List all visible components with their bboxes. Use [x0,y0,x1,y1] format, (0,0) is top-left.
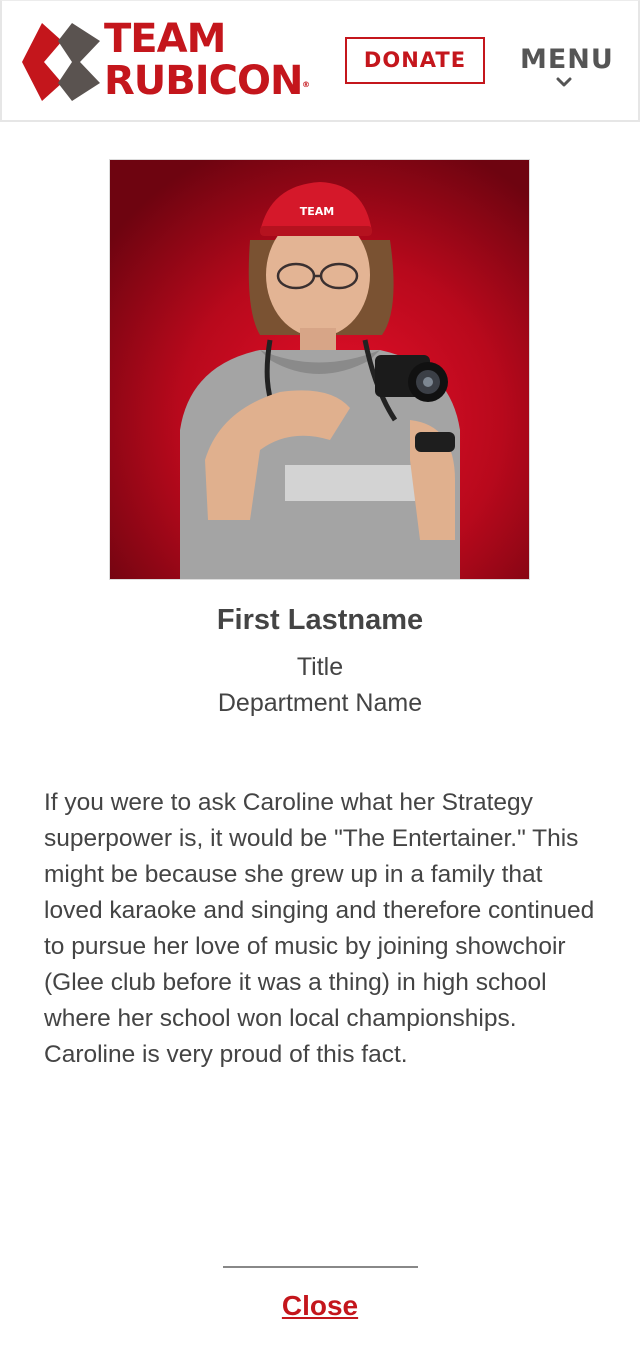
menu-label: MENU [520,44,614,75]
profile-name: First Lastname [216,604,424,636]
profile-title: Title [296,653,344,681]
chevron-down-icon [556,77,572,87]
profile-bio: If you were to ask Caroline what her Str… [44,789,595,1068]
site-header: TEAM RUBICON ® DONATE MENU [0,0,640,122]
donate-button[interactable]: DONATE [345,37,485,84]
portrait-photo-icon: TEAM [110,160,529,579]
close-link[interactable]: Close [0,1290,640,1322]
divider [223,1266,418,1268]
logo-mark-icon [22,23,100,101]
profile-photo: TEAM [109,159,530,580]
team-rubicon-logo[interactable]: TEAM RUBICON ® [20,19,310,109]
logo-line-rubicon: RUBICON [104,58,304,104]
menu-button[interactable]: MENU [520,39,614,95]
svg-text:TEAM: TEAM [300,205,334,218]
logo-line-team: TEAM [104,16,226,62]
logo-wordmark: TEAM RUBICON ® [104,19,310,101]
registered-mark: ® [302,80,310,89]
profile-department: Department Name [217,689,423,717]
